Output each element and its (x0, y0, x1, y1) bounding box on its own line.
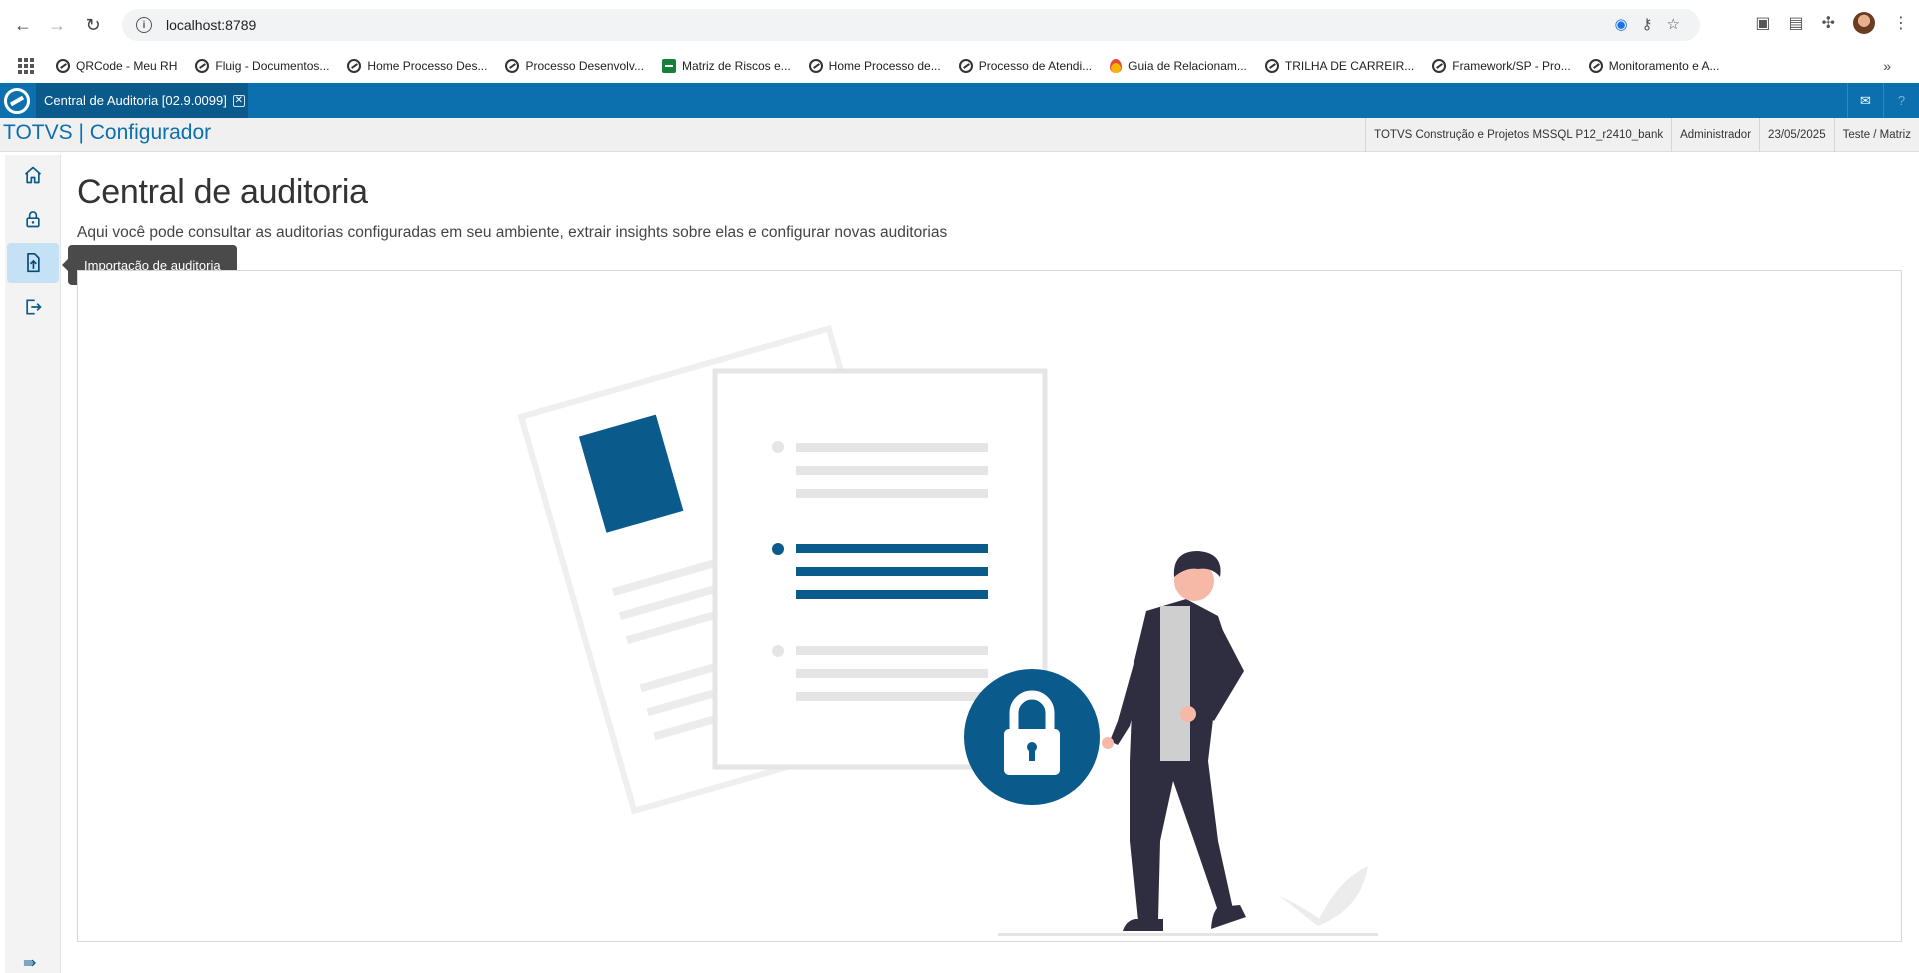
environment-info[interactable]: TOTVS Construção e Projetos MSSQL P12_r2… (1365, 118, 1671, 152)
bookmark-logo-icon (1432, 59, 1447, 73)
forward-icon[interactable]: → (44, 12, 70, 38)
company-info[interactable]: Teste / Matriz (1833, 118, 1919, 152)
bookmark-logo-icon (505, 59, 520, 73)
bookmark-item[interactable]: Home Processo de... (808, 59, 941, 73)
home-icon (24, 166, 42, 184)
bookmark-logo-icon (1264, 59, 1279, 73)
extension-a-icon[interactable]: ▣ (1755, 13, 1770, 33)
address-bar[interactable]: i localhost:8789 ◉ ⚷ ☆ (122, 9, 1700, 41)
date-info[interactable]: 23/05/2025 (1759, 118, 1834, 152)
mail-icon[interactable]: ✉ (1847, 83, 1883, 118)
chevron-more-icon[interactable]: » (1883, 58, 1891, 74)
bookmark-logo-icon (347, 59, 362, 73)
file-upload-icon (27, 252, 40, 273)
bookmark-item[interactable]: Guia de Relacionam... (1110, 59, 1247, 73)
star-icon[interactable]: ☆ (1667, 15, 1680, 33)
sidebar-item-import[interactable] (7, 243, 59, 283)
tab-label: Central de Auditoria [02.9.0099] (44, 93, 227, 108)
browser-toolbar: ← → ↻ i localhost:8789 ◉ ⚷ ☆ ▣ ▤ ✣ ⋮ (0, 0, 1919, 50)
sidebar: ⇛ (5, 155, 61, 973)
bookmark-item[interactable]: Processo Desenvolv... (505, 59, 644, 73)
key-icon[interactable]: ⚷ (1642, 15, 1653, 33)
bookmarks-bar: QRCode - Meu RH Fluig - Documentos... Ho… (0, 50, 1919, 82)
drop-icon (1110, 59, 1123, 73)
help-icon[interactable]: ? (1883, 83, 1919, 118)
sidebar-item-logout[interactable] (7, 287, 59, 327)
app-tab-bar: Central de Auditoria [02.9.0099] ✕ ✉ ? (0, 83, 1919, 118)
sidebar-item-lock[interactable] (7, 199, 59, 239)
app-subheader: TOTVS | Configurador TOTVS Construção e … (0, 118, 1919, 152)
audit-illustration (518, 324, 1378, 936)
bookmark-item[interactable]: Fluig - Documentos... (195, 59, 329, 73)
content-card (77, 270, 1902, 942)
bookmark-logo-icon (56, 59, 70, 73)
user-info[interactable]: Administrador (1671, 118, 1759, 152)
menu-kebab-icon[interactable]: ⋮ (1893, 13, 1909, 33)
translate-icon[interactable]: ◉ (1614, 15, 1627, 33)
bookmark-logo-icon (1588, 59, 1603, 73)
bookmark-item[interactable]: Monitoramento e A... (1588, 59, 1719, 73)
bookmark-logo-icon (808, 59, 823, 73)
page-description: Aqui você pode consultar as auditorias c… (77, 224, 948, 241)
sidebar-item-home[interactable] (7, 155, 59, 195)
url-text[interactable]: localhost:8789 (166, 17, 256, 33)
reload-icon[interactable]: ↻ (80, 12, 106, 38)
bookmark-item[interactable]: Home Processo Des... (347, 59, 487, 73)
page-title: Central de auditoria (77, 173, 368, 211)
apps-grid-icon[interactable] (18, 58, 34, 74)
bookmark-item[interactable]: Processo de Atendi... (958, 59, 1092, 73)
extensions-icon[interactable]: ✣ (1822, 13, 1835, 33)
bookmark-item[interactable]: TRILHA DE CARREIR... (1264, 59, 1414, 73)
logout-icon (26, 299, 42, 315)
close-icon[interactable]: ✕ (232, 94, 245, 107)
profile-avatar[interactable] (1853, 12, 1875, 34)
back-icon[interactable]: ← (10, 12, 36, 38)
bookmark-logo-icon (958, 59, 973, 73)
expand-menu-icon[interactable]: ⇛ (23, 953, 36, 973)
tab-central-auditoria[interactable]: Central de Auditoria [02.9.0099] ✕ (36, 83, 248, 118)
bookmark-item[interactable]: Framework/SP - Pro... (1432, 59, 1571, 73)
extension-b-icon[interactable]: ▤ (1788, 13, 1803, 33)
lock-icon (26, 211, 40, 228)
app-brand: TOTVS | Configurador (3, 121, 212, 144)
sheets-icon (661, 59, 676, 73)
site-info-icon[interactable]: i (136, 17, 152, 33)
bookmark-logo-icon (195, 59, 210, 73)
bookmark-item[interactable]: QRCode - Meu RH (56, 59, 177, 73)
bookmark-item[interactable]: Matriz de Riscos e... (661, 59, 791, 73)
totvs-logo-icon[interactable] (4, 88, 30, 114)
